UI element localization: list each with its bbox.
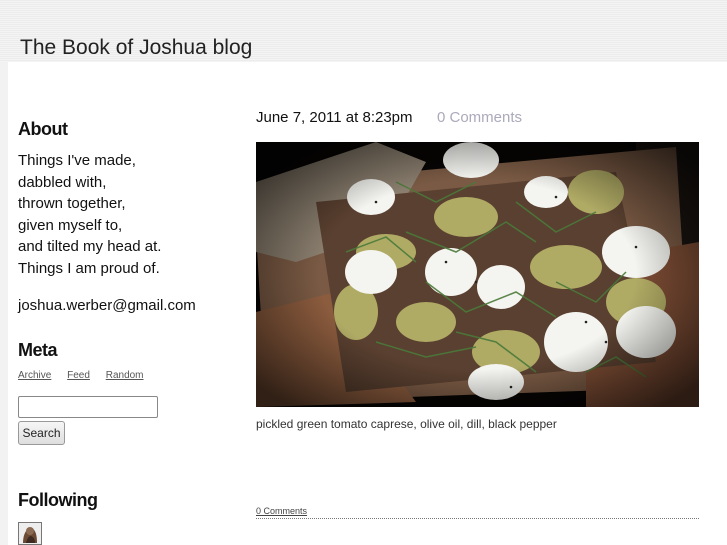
meta-heading: Meta [18,340,58,360]
blog-title[interactable]: The Book of Joshua blog [20,36,252,60]
about-line: thrown together, [18,195,126,212]
search-input[interactable] [18,396,158,418]
about-line: and tilted my head at. [18,238,162,255]
post-caption: pickled green tomato caprese, olive oil,… [256,417,557,431]
blog-header: The Book of Joshua blog [0,0,727,62]
about-line: Things I've made, [18,152,136,169]
about-line: given myself to, [18,216,123,234]
following-avatar[interactable] [18,522,42,545]
following-heading: Following [18,490,98,510]
post-date: June 7, 2011 at 8:23pm [256,109,413,126]
feed-link[interactable]: Feed [67,370,90,381]
post-comments-footer-link[interactable]: 0 Comments [256,506,307,516]
post-photo [256,142,699,407]
search-button[interactable]: Search [18,421,65,445]
random-link[interactable]: Random [106,370,144,381]
about-line: dabbled with, [18,173,107,191]
post-divider [256,518,699,519]
about-text: Things I've made, dabbled with, thrown t… [18,150,161,279]
post-comments-link[interactable]: 0 Comments [437,109,522,126]
meta-links: Archive Feed Random [18,370,157,381]
archive-link[interactable]: Archive [18,370,51,381]
email-address: joshua.werber@gmail.com [18,297,196,314]
avatar-image [19,523,41,544]
about-line: Things I am proud of. [18,259,160,277]
about-heading: About [18,119,68,139]
